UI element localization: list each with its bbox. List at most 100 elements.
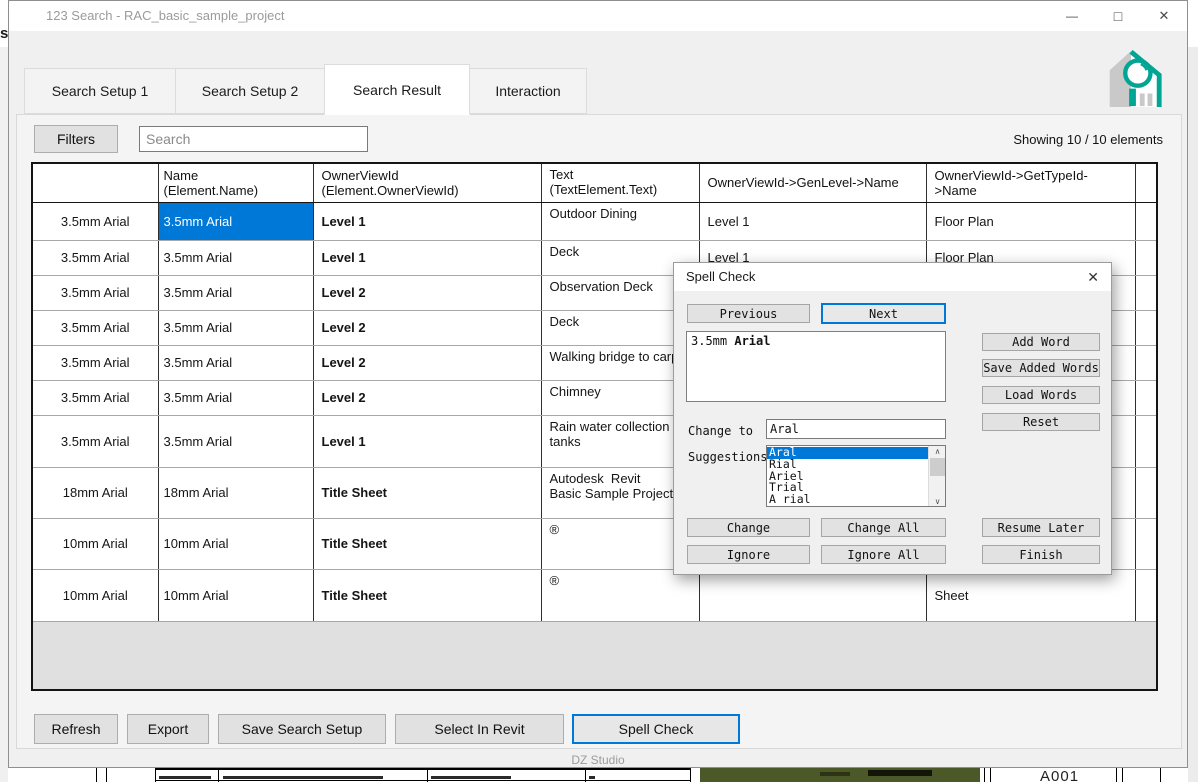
table-row: 10mm Arial 10mm Arial Title Sheet ® Shee… [33, 569, 1156, 621]
ignore-button[interactable]: Ignore [687, 545, 810, 564]
ignore-all-button[interactable]: Ignore All [821, 545, 946, 564]
load-words-button[interactable]: Load Words [982, 386, 1100, 404]
table-header-row: Name (Element.Name) OwnerViewId (Element… [33, 164, 1156, 202]
cell-typename[interactable]: Floor Plan [926, 202, 1135, 240]
cell-group[interactable]: 10mm Arial [33, 569, 158, 621]
resume-later-button[interactable]: Resume Later [982, 518, 1100, 537]
change-to-label: Change to [688, 424, 753, 438]
app-logo-house-search-icon [1097, 45, 1169, 109]
cell-group[interactable]: 3.5mm Arial [33, 202, 158, 240]
cell-name-selected[interactable]: 3.5mm Arial [158, 202, 313, 240]
cell-ownerview[interactable]: Level 2 [313, 310, 541, 345]
cell-group[interactable]: 18mm Arial [33, 467, 158, 518]
revision-schedule-fragment [155, 768, 691, 781]
cell-group[interactable]: 3.5mm Arial [33, 310, 158, 345]
spell-check-button[interactable]: Spell Check [572, 714, 740, 744]
scroll-down-icon[interactable]: ∨ [929, 496, 946, 506]
cell-name[interactable]: 3.5mm Arial [158, 380, 313, 415]
reset-button[interactable]: Reset [982, 413, 1100, 431]
tab-search-setup-2[interactable]: Search Setup 2 [175, 68, 325, 114]
dialog-close-icon[interactable]: ✕ [1087, 263, 1099, 291]
search-input[interactable] [139, 126, 368, 152]
suggestion-item[interactable]: A rial [767, 494, 928, 506]
maximize-button[interactable]: □ [1095, 1, 1141, 31]
title-bar[interactable]: 123 Search - RAC_basic_sample_project — … [9, 1, 1187, 31]
close-button[interactable]: ✕ [1141, 1, 1187, 31]
cell-group[interactable]: 3.5mm Arial [33, 345, 158, 380]
save-added-words-button[interactable]: Save Added Words [982, 359, 1100, 377]
cell-text[interactable]: ® [541, 569, 699, 621]
dialog-title-bar[interactable]: Spell Check ✕ [674, 263, 1111, 291]
background-window-left-strip: s [0, 0, 8, 782]
dialog-title: Spell Check [686, 263, 755, 291]
scroll-up-icon[interactable]: ∧ [929, 446, 946, 456]
tab-search-setup-1[interactable]: Search Setup 1 [24, 68, 176, 114]
tab-interaction[interactable]: Interaction [469, 68, 587, 114]
cell-typename[interactable]: Sheet [926, 569, 1135, 621]
cell-name[interactable]: 3.5mm Arial [158, 275, 313, 310]
cell-name[interactable]: 18mm Arial [158, 467, 313, 518]
filters-button[interactable]: Filters [34, 125, 118, 153]
change-all-button[interactable]: Change All [821, 518, 946, 537]
rendered-view-fragment [700, 768, 980, 782]
cell-ownerview[interactable]: Level 2 [313, 345, 541, 380]
window-controls: — □ ✕ [1049, 1, 1187, 31]
credit-label: DZ Studio [9, 753, 1187, 767]
cell-genlevel[interactable] [699, 569, 926, 621]
header-gettypeid[interactable]: OwnerViewId->GetTypeId->Name [926, 164, 1135, 202]
cell-group[interactable]: 3.5mm Arial [33, 415, 158, 467]
cell-ownerview[interactable]: Level 1 [313, 202, 541, 240]
cell-group[interactable]: 3.5mm Arial [33, 380, 158, 415]
window-title: 123 Search - RAC_basic_sample_project [46, 1, 284, 31]
cell-ownerview[interactable]: Level 2 [313, 275, 541, 310]
cell-ownerview[interactable]: Title Sheet [313, 569, 541, 621]
cell-name[interactable]: 3.5mm Arial [158, 240, 313, 275]
refresh-button[interactable]: Refresh [34, 714, 118, 744]
spell-check-dialog: Spell Check ✕ Previous Next 3.5mm Arial … [673, 262, 1112, 575]
tab-search-result[interactable]: Search Result [324, 64, 470, 115]
cell-name[interactable]: 3.5mm Arial [158, 310, 313, 345]
select-in-revit-button[interactable]: Select In Revit [395, 714, 564, 744]
cell-name[interactable]: 3.5mm Arial [158, 415, 313, 467]
current-text-box[interactable]: 3.5mm Arial [686, 331, 946, 402]
misspelled-word: Arial [734, 334, 770, 348]
save-search-setup-button[interactable]: Save Search Setup [218, 714, 386, 744]
cell-ownerview[interactable]: Title Sheet [313, 518, 541, 569]
cell-ownerview[interactable]: Level 2 [313, 380, 541, 415]
change-to-input[interactable] [766, 419, 946, 439]
cell-group[interactable]: 3.5mm Arial [33, 240, 158, 275]
header-blank[interactable] [33, 164, 158, 202]
tab-bar: Search Setup 1 Search Setup 2 Search Res… [24, 63, 586, 114]
header-name[interactable]: Name (Element.Name) [158, 164, 313, 202]
cell-ownerview[interactable]: Level 1 [313, 240, 541, 275]
suggestions-label: Suggestions [688, 450, 767, 464]
previous-button[interactable]: Previous [687, 304, 810, 323]
cell-ownerview[interactable]: Level 1 [313, 415, 541, 467]
cell-ownerview[interactable]: Title Sheet [313, 467, 541, 518]
showing-count-label: Showing 10 / 10 elements [1013, 132, 1163, 147]
cell-name[interactable]: 10mm Arial [158, 518, 313, 569]
cell-text[interactable]: Outdoor Dining [541, 202, 699, 240]
header-ownerviewid[interactable]: OwnerViewId (Element.OwnerViewId) [313, 164, 541, 202]
add-word-button[interactable]: Add Word [982, 333, 1100, 351]
table-row: 3.5mm Arial 3.5mm Arial Level 1 Outdoor … [33, 202, 1156, 240]
finish-button[interactable]: Finish [982, 545, 1100, 564]
cell-group[interactable]: 10mm Arial [33, 518, 158, 569]
cell-name[interactable]: 10mm Arial [158, 569, 313, 621]
background-revit-sheet-strip: A001 [8, 768, 1188, 782]
header-text[interactable]: Text (TextElement.Text) [541, 164, 699, 202]
minimize-button[interactable]: — [1049, 1, 1095, 31]
screen: s A001 123 Search - RAC_b [0, 0, 1198, 782]
cell-group[interactable]: 3.5mm Arial [33, 275, 158, 310]
suggestions-listbox: Aral Rial Ariel Trial A rial ∧ ∨ [766, 445, 946, 507]
change-button[interactable]: Change [687, 518, 810, 537]
export-button[interactable]: Export [127, 714, 209, 744]
header-genlevel[interactable]: OwnerViewId->GenLevel->Name [699, 164, 926, 202]
cell-name[interactable]: 3.5mm Arial [158, 345, 313, 380]
listbox-scrollbar[interactable]: ∧ ∨ [928, 446, 945, 506]
next-button[interactable]: Next [821, 303, 946, 324]
scrollbar-thumb[interactable] [930, 458, 945, 476]
cell-genlevel[interactable]: Level 1 [699, 202, 926, 240]
sheet-number: A001 [1040, 768, 1079, 782]
background-window-right-strip [1188, 0, 1198, 782]
